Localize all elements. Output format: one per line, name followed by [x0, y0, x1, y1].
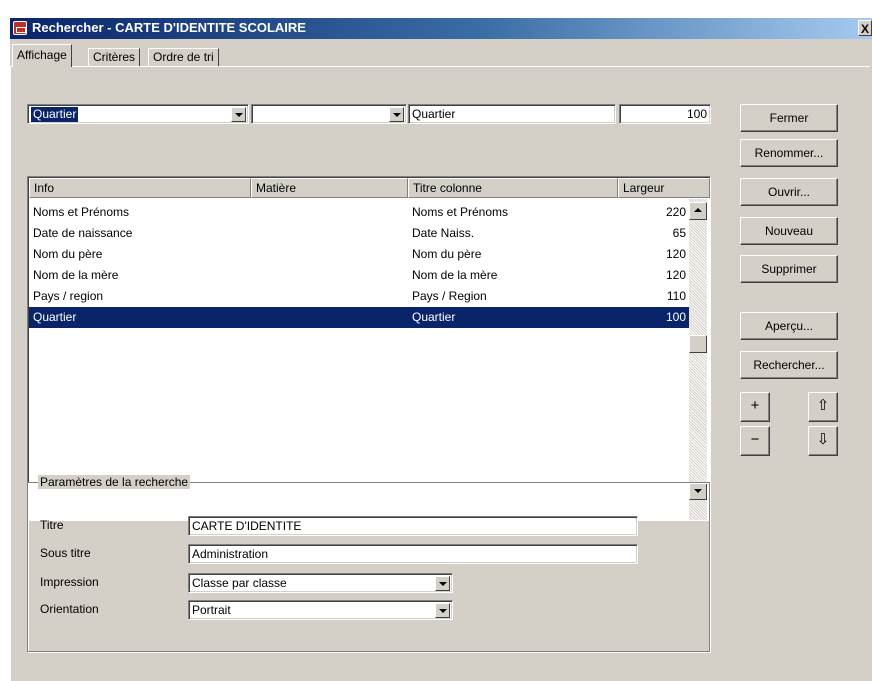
minus-icon: − — [750, 431, 760, 448]
chevron-down-icon[interactable] — [389, 107, 404, 122]
arrow-up-icon: ⇧ — [816, 397, 830, 414]
sous-titre-input[interactable]: Administration — [188, 544, 638, 564]
grid-header: Info Matière Titre colonne Largeur — [29, 178, 710, 198]
orientation-label: Orientation — [40, 602, 99, 616]
titre-label: Titre — [40, 518, 64, 532]
impression-select[interactable]: Classe par classe — [188, 573, 453, 593]
tab-affichage[interactable]: Affichage — [12, 44, 72, 67]
table-row[interactable]: Date de naissance Date Naiss. 65 — [29, 223, 689, 244]
titre-colonne-input[interactable]: Quartier — [408, 104, 616, 124]
impression-label: Impression — [40, 575, 99, 589]
tab-panel-affichage: Quartier Quartier 100 Info Matière Titre… — [10, 66, 870, 681]
cell-info: Nom du père — [33, 247, 103, 261]
move-down-button[interactable]: ⇩ — [808, 426, 838, 456]
table-row[interactable]: Noms et Prénoms Noms et Prénoms 220 — [29, 202, 689, 223]
info-select[interactable]: Quartier — [27, 104, 249, 124]
arrow-down-icon: ⇩ — [816, 431, 830, 448]
table-row[interactable]: Pays / region Pays / Region 110 — [29, 286, 689, 307]
column-header-info[interactable]: Info — [29, 178, 251, 198]
cell-titre: Date Naiss. — [412, 226, 475, 240]
title-bar: Rechercher - CARTE D'IDENTITE SCOLAIRE X — [10, 18, 872, 39]
matiere-select[interactable] — [251, 104, 407, 124]
chevron-down-icon[interactable] — [231, 107, 246, 122]
sous-titre-label: Sous titre — [40, 546, 91, 560]
add-column-button[interactable]: + — [740, 392, 770, 422]
cell-titre: Nom du père — [412, 247, 482, 261]
cell-info: Quartier — [33, 310, 77, 324]
titre-input[interactable]: CARTE D'IDENTITE — [188, 516, 638, 536]
vertical-scrollbar[interactable] — [689, 199, 707, 520]
chevron-down-icon[interactable] — [435, 576, 450, 591]
table-row-selected[interactable]: Quartier Quartier 100 — [29, 307, 689, 328]
cell-largeur: 220 — [665, 205, 686, 219]
cell-largeur: 120 — [665, 247, 686, 261]
cell-info: Pays / region — [33, 289, 104, 303]
chevron-down-icon[interactable] — [435, 603, 450, 618]
largeur-input[interactable]: 100 — [619, 104, 711, 124]
cell-titre: Nom de la mère — [412, 268, 498, 282]
cell-info: Noms et Prénoms — [33, 205, 130, 219]
scroll-thumb[interactable] — [689, 335, 707, 353]
tab-ordre-de-tri[interactable]: Ordre de tri — [148, 48, 219, 67]
ouvrir-button[interactable]: Ouvrir... — [740, 178, 838, 206]
table-row[interactable]: Nom du père Nom du père 120 — [29, 244, 689, 265]
info-select-value: Quartier — [31, 107, 79, 122]
app-icon — [13, 21, 27, 35]
fermer-button[interactable]: Fermer — [740, 104, 838, 132]
plus-icon: + — [750, 397, 760, 414]
orientation-select-value: Portrait — [192, 603, 231, 617]
orientation-select[interactable]: Portrait — [188, 600, 453, 620]
nouveau-button[interactable]: Nouveau — [740, 217, 838, 245]
remove-column-button[interactable]: − — [740, 426, 770, 456]
cell-titre: Quartier — [412, 310, 456, 324]
impression-select-value: Classe par classe — [192, 576, 287, 590]
scroll-up-icon[interactable] — [689, 202, 707, 220]
cell-largeur: 65 — [672, 226, 686, 240]
window-title: Rechercher - CARTE D'IDENTITE SCOLAIRE — [32, 20, 306, 35]
search-dialog: Rechercher - CARTE D'IDENTITE SCOLAIRE X… — [10, 18, 872, 681]
move-up-button[interactable]: ⇧ — [808, 392, 838, 422]
cell-largeur: 120 — [665, 268, 686, 282]
column-header-largeur[interactable]: Largeur — [618, 178, 710, 198]
cell-info: Date de naissance — [33, 226, 133, 240]
columns-grid[interactable]: Info Matière Titre colonne Largeur Noms … — [27, 176, 711, 521]
cell-titre: Pays / Region — [412, 289, 487, 303]
search-parameters-group: Paramètres de la recherche Titre CARTE D… — [27, 475, 710, 652]
rechercher-button[interactable]: Rechercher... — [740, 351, 838, 379]
column-header-matiere[interactable]: Matière — [251, 178, 408, 198]
table-row[interactable]: Nom de la mère Nom de la mère 120 — [29, 265, 689, 286]
column-header-titre-colonne[interactable]: Titre colonne — [408, 178, 618, 198]
cell-titre: Noms et Prénoms — [412, 205, 509, 219]
renommer-button[interactable]: Renommer... — [740, 139, 838, 167]
tab-criteres[interactable]: Critères — [88, 48, 141, 67]
cell-info: Nom de la mère — [33, 268, 119, 282]
apercu-button[interactable]: Aperçu... — [740, 312, 838, 340]
supprimer-button[interactable]: Supprimer — [740, 255, 838, 283]
group-legend: Paramètres de la recherche — [38, 475, 191, 489]
cell-largeur: 110 — [666, 289, 686, 303]
close-button[interactable]: X — [858, 20, 872, 36]
cell-largeur: 100 — [665, 310, 686, 324]
